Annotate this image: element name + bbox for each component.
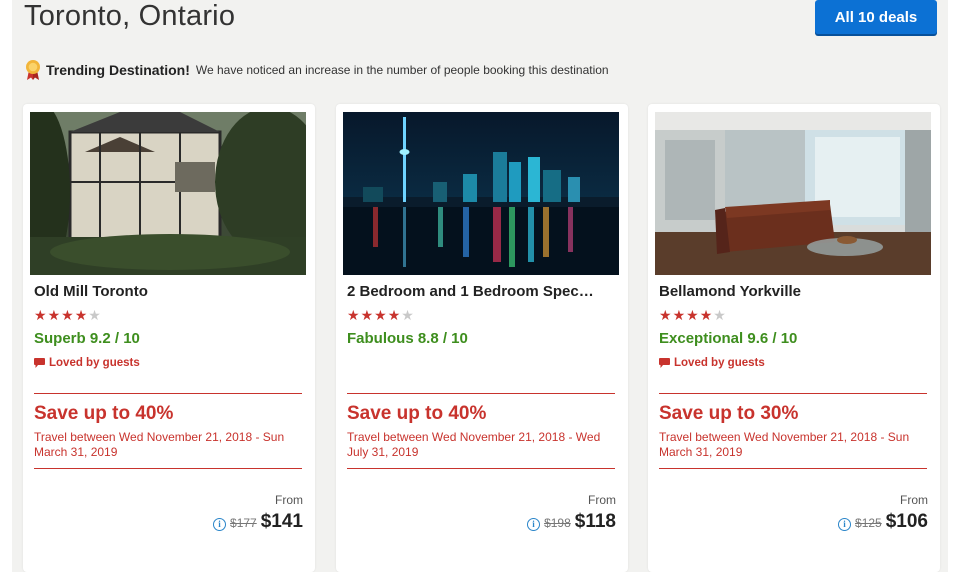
star-icon: ★	[401, 307, 414, 323]
save-label: Save up to 40%	[34, 403, 174, 424]
hotel-photo[interactable]	[655, 112, 931, 275]
divider	[347, 393, 615, 394]
from-label: From	[275, 493, 303, 507]
travel-dates: Travel between Wed November 21, 2018 - W…	[347, 430, 601, 459]
star-icon: ★	[659, 307, 672, 323]
award-ribbon-icon	[26, 60, 40, 80]
star-icon: ★	[47, 307, 61, 323]
deal-card[interactable]: 2 Bedroom and 1 Bedroom Spec… ★ ★ ★ ★ ★ Fabu…	[336, 104, 628, 572]
page-title: Toronto, Ontario	[24, 0, 236, 32]
speech-bubble-icon	[34, 358, 45, 368]
hotel-name[interactable]: 2 Bedroom and 1 Bedroom Spec…	[347, 283, 617, 300]
loved-badge: Loved by guests	[659, 357, 765, 369]
star-icon: ★	[360, 307, 374, 323]
price: $118	[574, 511, 616, 532]
old-price: $125	[855, 516, 882, 530]
star-icon: ★	[672, 307, 686, 323]
star-rating: ★ ★ ★ ★ ★	[659, 308, 726, 322]
star-icon: ★	[61, 307, 74, 323]
loved-label: Loved by guests	[674, 357, 765, 369]
divider	[659, 393, 927, 394]
star-icon: ★	[34, 307, 47, 323]
travel-dates: Travel between Wed November 21, 2018 - S…	[34, 430, 285, 459]
star-rating: ★ ★ ★ ★ ★	[34, 308, 101, 322]
hotel-name[interactable]: Bellamond Yorkville	[659, 283, 929, 300]
star-icon: ★	[713, 307, 726, 323]
star-icon: ★	[88, 307, 101, 323]
divider	[659, 468, 927, 469]
all-deals-button[interactable]: All 10 deals	[815, 0, 937, 34]
star-icon: ★	[699, 307, 713, 323]
trending-banner: Trending Destination! We have noticed an…	[24, 58, 609, 82]
hotel-photo[interactable]	[30, 112, 306, 275]
save-label: Save up to 40%	[347, 403, 487, 424]
loved-label: Loved by guests	[49, 357, 140, 369]
info-icon[interactable]: i	[527, 517, 541, 531]
from-label: From	[588, 493, 616, 507]
guest-rating: Fabulous 8.8 / 10	[347, 330, 468, 347]
star-icon: ★	[347, 307, 360, 323]
hotel-name[interactable]: Old Mill Toronto	[34, 283, 304, 300]
hotel-photo[interactable]	[343, 112, 619, 275]
loved-badge: Loved by guests	[34, 357, 140, 369]
deal-card[interactable]: Bellamond Yorkville ★ ★ ★ ★ ★ Exceptional 9.…	[648, 104, 940, 572]
old-price: $198	[544, 516, 571, 530]
info-icon[interactable]: i	[838, 517, 852, 531]
price: $141	[260, 511, 303, 532]
star-icon: ★	[74, 307, 88, 323]
from-label: From	[900, 493, 928, 507]
speech-bubble-icon	[659, 358, 670, 368]
guest-rating: Superb 9.2 / 10	[34, 330, 140, 347]
star-icon: ★	[686, 307, 699, 323]
divider	[34, 393, 302, 394]
star-icon: ★	[387, 307, 401, 323]
price: $106	[885, 511, 928, 532]
info-icon[interactable]: i	[213, 517, 227, 531]
save-label: Save up to 30%	[659, 403, 799, 424]
old-price: $177	[230, 516, 257, 530]
travel-dates: Travel between Wed November 21, 2018 - S…	[659, 430, 910, 459]
trending-text: We have noticed an increase in the numbe…	[195, 63, 609, 77]
deal-card[interactable]: Old Mill Toronto ★ ★ ★ ★ ★ Superb 9.2 / 10 L…	[23, 104, 315, 572]
divider	[347, 468, 615, 469]
guest-rating: Exceptional 9.6 / 10	[659, 330, 798, 347]
star-icon: ★	[374, 307, 387, 323]
trending-title: Trending Destination!	[46, 62, 190, 78]
divider	[34, 468, 302, 469]
price-row: i $177 $141	[213, 511, 303, 533]
star-rating: ★ ★ ★ ★ ★	[347, 308, 414, 322]
price-row: i $198 $118	[527, 511, 616, 533]
price-row: i $125 $106	[838, 511, 928, 533]
